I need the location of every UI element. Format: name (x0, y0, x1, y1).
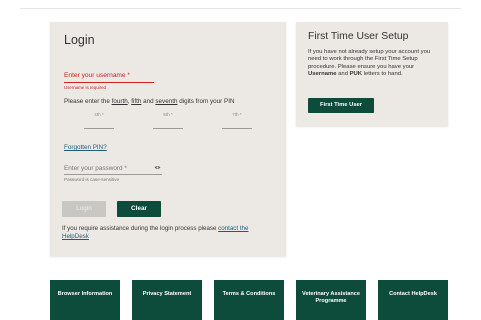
username-error-text: Username is required (64, 85, 106, 90)
pin-digit-3-input[interactable]: 7th * (222, 112, 252, 129)
password-help-text: Password is case-sensitive (64, 177, 120, 182)
pin-digit-1-input[interactable]: 4th * (84, 112, 114, 129)
setup-text-1: If you have not already setup your accou… (308, 49, 431, 70)
setup-username-word: Username (308, 71, 337, 78)
setup-title: First Time User Setup (308, 31, 409, 42)
help-text-prefix: If you require assistance during the log… (62, 225, 219, 232)
footer-terms-conditions[interactable]: Terms & Conditions (214, 280, 284, 320)
footer-contact-helpdesk[interactable]: Contact HelpDesk (378, 280, 448, 320)
footer-privacy-statement[interactable]: Privacy Statement (132, 280, 202, 320)
login-title: Login (64, 33, 95, 47)
first-time-user-button[interactable]: First Time User (308, 98, 374, 113)
help-text: If you require assistance during the log… (62, 225, 274, 242)
username-field-label[interactable]: Enter your username * (64, 72, 130, 79)
pin-digit-1-word: fourth (111, 98, 128, 105)
pin-instruction-suffix: digits from your PIN (177, 98, 235, 105)
eye-icon[interactable] (154, 165, 161, 172)
pin-digit-3-label: 7th * (232, 112, 242, 117)
pin-digit-3-underline (222, 128, 252, 129)
footer-browser-information[interactable]: Browser Information (50, 280, 120, 320)
setup-text-3: letters to hand. (362, 71, 403, 78)
login-panel: Login Enter your username * Username is … (50, 22, 286, 256)
password-field-label[interactable]: Enter your password * (64, 165, 127, 172)
pin-instruction: Please enter the fourth, fifth and seven… (64, 98, 235, 105)
clear-button[interactable]: Clear (117, 201, 161, 217)
forgotten-pin-link[interactable]: Forgotten PIN? (64, 144, 107, 151)
login-button[interactable]: Login (62, 201, 106, 217)
pin-instruction-sep2: and (141, 98, 156, 105)
password-input[interactable] (64, 174, 162, 175)
pin-digit-2-label: 5th * (163, 112, 173, 117)
pin-digit-3-word: seventh (155, 98, 178, 105)
top-divider (20, 8, 461, 9)
setup-description: If you have not already setup your accou… (308, 49, 440, 79)
pin-digit-1-label: 4th * (94, 112, 104, 117)
pin-digit-2-word: fifth (131, 98, 142, 105)
pin-instruction-prefix: Please enter the (64, 98, 112, 105)
setup-text-2: and (336, 71, 350, 78)
username-input[interactable] (64, 82, 154, 83)
pin-digit-1-underline (84, 128, 114, 129)
pin-digit-2-underline (153, 128, 183, 129)
pin-digit-2-input[interactable]: 5th * (153, 112, 183, 129)
first-time-setup-panel: First Time User Setup If you have not al… (296, 22, 448, 126)
setup-puk-word: PUK (349, 71, 363, 78)
footer-veterinary-assistance[interactable]: Veterinary Assistance Programme (296, 280, 366, 320)
